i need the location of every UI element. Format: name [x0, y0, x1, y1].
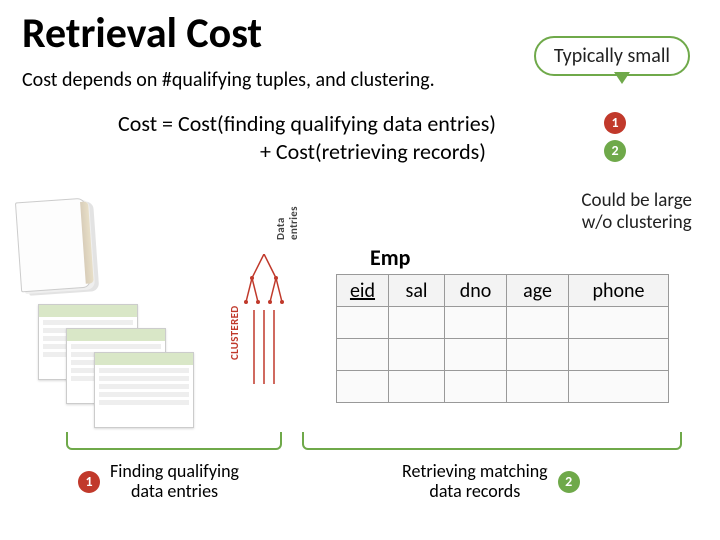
table-row — [337, 339, 669, 371]
page-card — [94, 352, 194, 428]
table-header-row: eid sal dno age phone — [337, 275, 669, 307]
bottom-left-text-l1: Finding qualifying — [110, 462, 239, 482]
cost-equation: Cost = Cost(finding qualifying data entr… — [118, 110, 496, 165]
bottom-left-group: 1 Finding qualifying data entries — [78, 462, 239, 502]
callout-could-be-large-l1: Could be large — [581, 190, 692, 212]
bottom-right-group: Retrieving matching data records 2 — [402, 462, 580, 502]
cost-equation-line1: Cost = Cost(finding qualifying data entr… — [118, 110, 496, 138]
book-icon — [15, 198, 91, 293]
bottom-right-text-l2: data records — [402, 482, 548, 502]
col-sal: sal — [389, 275, 445, 307]
slide-title: Retrieval Cost — [22, 8, 262, 59]
label-data-entries: Data entries — [274, 206, 300, 240]
badge-two-bottom: 2 — [558, 471, 580, 493]
bottom-left-text-l2: data entries — [110, 482, 239, 502]
col-eid: eid — [337, 275, 389, 307]
emp-table-body — [337, 307, 669, 403]
callout-could-be-large-l2: w/o clustering — [581, 212, 692, 234]
col-age: age — [507, 275, 569, 307]
cost-equation-line2: + Cost(retrieving records) — [118, 138, 496, 166]
badge-two: 2 — [604, 140, 626, 162]
emp-table: eid sal dno age phone — [336, 274, 669, 403]
callout-typically-small: Typically small — [534, 36, 690, 76]
badge-one: 1 — [604, 112, 626, 134]
tree-lines-icon — [244, 254, 284, 394]
bracket-right — [302, 432, 682, 450]
callout-could-be-large: Could be large w/o clustering — [581, 190, 692, 234]
bottom-right-text: Retrieving matching data records — [402, 462, 548, 502]
badge-one-bottom: 1 — [78, 471, 100, 493]
label-clustered: CLUSTERED — [228, 306, 241, 360]
emp-label: Emp — [370, 244, 410, 271]
table-row — [337, 307, 669, 339]
col-dno: dno — [445, 275, 507, 307]
slide-subtitle: Cost depends on #qualifying tuples, and … — [22, 68, 435, 92]
col-phone: phone — [569, 275, 669, 307]
bottom-right-text-l1: Retrieving matching — [402, 462, 548, 482]
bottom-left-text: Finding qualifying data entries — [110, 462, 239, 502]
bracket-left — [66, 432, 282, 450]
table-row — [337, 371, 669, 403]
index-illustration: Data entries CLUSTERED — [18, 200, 288, 430]
equation-badges: 1 2 — [604, 112, 626, 162]
